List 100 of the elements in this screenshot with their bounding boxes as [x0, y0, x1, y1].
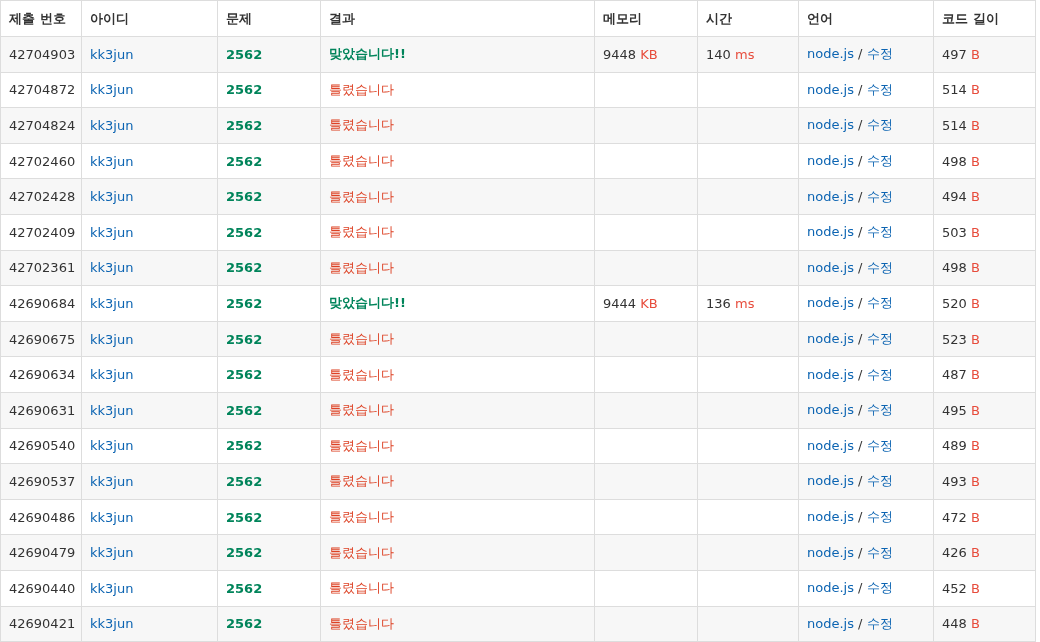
- edit-link[interactable]: 수정: [866, 580, 893, 596]
- code-length-unit: B: [970, 545, 980, 561]
- edit-link[interactable]: 수정: [866, 544, 893, 560]
- language-link[interactable]: node.js: [807, 224, 854, 240]
- code-length-value: 494: [942, 189, 967, 205]
- problem-link[interactable]: 2562: [226, 473, 263, 489]
- user-link[interactable]: kk3jun: [90, 46, 134, 62]
- separator: /: [858, 295, 863, 311]
- language-link[interactable]: node.js: [807, 509, 854, 524]
- language-link[interactable]: node.js: [807, 615, 854, 631]
- edit-link[interactable]: 수정: [866, 295, 893, 311]
- edit-link[interactable]: 수정: [866, 188, 893, 204]
- edit-link[interactable]: 수정: [866, 615, 893, 631]
- language-link[interactable]: node.js: [807, 46, 854, 62]
- problem-link[interactable]: 2562: [226, 402, 263, 418]
- language-link[interactable]: node.js: [807, 544, 854, 560]
- user-link[interactable]: kk3jun: [90, 509, 134, 525]
- edit-link[interactable]: 수정: [866, 153, 893, 169]
- edit-link[interactable]: 수정: [866, 117, 893, 133]
- language-link[interactable]: node.js: [807, 366, 854, 382]
- problem-link[interactable]: 2562: [226, 260, 263, 276]
- code-length-unit: B: [970, 367, 980, 383]
- edit-link[interactable]: 수정: [866, 81, 893, 97]
- separator: /: [858, 81, 863, 97]
- language-link[interactable]: node.js: [807, 259, 854, 275]
- problem-link[interactable]: 2562: [226, 580, 263, 596]
- code-length-value: 498: [942, 153, 967, 169]
- language-link[interactable]: node.js: [807, 81, 854, 97]
- edit-link[interactable]: 수정: [866, 402, 893, 418]
- problem-link[interactable]: 2562: [226, 545, 263, 561]
- column-header: 문제: [226, 10, 252, 26]
- user-link[interactable]: kk3jun: [90, 224, 134, 240]
- user-link[interactable]: kk3jun: [90, 82, 134, 98]
- edit-link[interactable]: 수정: [866, 473, 893, 489]
- language-link[interactable]: node.js: [807, 153, 854, 169]
- user-link[interactable]: kk3jun: [90, 260, 134, 276]
- edit-link[interactable]: 수정: [866, 437, 893, 453]
- submission-id: 42704824: [9, 118, 76, 133]
- problem-link[interactable]: 2562: [226, 153, 263, 169]
- submission-id: 42690537: [9, 473, 76, 489]
- problem-link[interactable]: 2562: [226, 224, 263, 240]
- user-link[interactable]: kk3jun: [90, 295, 134, 311]
- language-link[interactable]: node.js: [807, 437, 854, 453]
- language-link[interactable]: node.js: [807, 331, 854, 347]
- problem-link[interactable]: 2562: [226, 295, 263, 311]
- code-length-value: 452: [942, 580, 967, 596]
- time-unit: ms: [734, 46, 755, 62]
- problem-link[interactable]: 2562: [226, 331, 263, 347]
- user-link[interactable]: kk3jun: [90, 118, 134, 133]
- submission-id: 42702409: [9, 224, 76, 240]
- problem-link[interactable]: 2562: [226, 118, 263, 133]
- result-text: 틀렸습니다: [329, 580, 394, 596]
- separator: /: [858, 117, 863, 133]
- user-link[interactable]: kk3jun: [90, 331, 134, 347]
- code-length-value: 472: [942, 509, 967, 525]
- code-length-value: 514: [942, 82, 967, 98]
- edit-link[interactable]: 수정: [866, 259, 893, 275]
- edit-link[interactable]: 수정: [866, 509, 893, 524]
- language-link[interactable]: node.js: [807, 402, 854, 418]
- user-link[interactable]: kk3jun: [90, 367, 134, 383]
- edit-link[interactable]: 수정: [866, 366, 893, 382]
- problem-link[interactable]: 2562: [226, 82, 263, 98]
- submission-id: 42704903: [9, 46, 76, 62]
- language-link[interactable]: node.js: [807, 580, 854, 596]
- problem-link[interactable]: 2562: [226, 616, 263, 632]
- result-text: 맞았습니다!!: [329, 46, 406, 62]
- edit-link[interactable]: 수정: [866, 224, 893, 240]
- problem-link[interactable]: 2562: [226, 189, 263, 205]
- user-link[interactable]: kk3jun: [90, 402, 134, 418]
- user-link[interactable]: kk3jun: [90, 616, 134, 632]
- language-link[interactable]: node.js: [807, 188, 854, 204]
- code-length-unit: B: [970, 118, 980, 133]
- submission-id: 42690631: [9, 402, 76, 418]
- code-length-unit: B: [970, 82, 980, 98]
- user-link[interactable]: kk3jun: [90, 580, 134, 596]
- result-text: 틀렸습니다: [329, 224, 394, 240]
- language-link[interactable]: node.js: [807, 295, 854, 311]
- problem-link[interactable]: 2562: [226, 509, 263, 525]
- code-length-unit: B: [970, 580, 980, 596]
- user-link[interactable]: kk3jun: [90, 189, 134, 205]
- submission-id: 42704872: [9, 82, 76, 98]
- language-link[interactable]: node.js: [807, 473, 854, 489]
- language-link[interactable]: node.js: [807, 117, 854, 133]
- code-length-unit: B: [970, 402, 980, 418]
- user-link[interactable]: kk3jun: [90, 473, 134, 489]
- submission-id: 42690486: [9, 509, 76, 525]
- user-link[interactable]: kk3jun: [90, 438, 134, 454]
- edit-link[interactable]: 수정: [866, 331, 893, 347]
- problem-link[interactable]: 2562: [226, 438, 263, 454]
- code-length-value: 426: [942, 545, 967, 561]
- user-link[interactable]: kk3jun: [90, 545, 134, 561]
- problem-link[interactable]: 2562: [226, 46, 263, 62]
- code-length-unit: B: [970, 509, 980, 525]
- code-length-value: 503: [942, 224, 967, 240]
- edit-link[interactable]: 수정: [866, 46, 893, 62]
- result-text: 틀렸습니다: [329, 188, 394, 204]
- separator: /: [858, 366, 863, 382]
- user-link[interactable]: kk3jun: [90, 153, 134, 169]
- time-value: 140: [706, 46, 731, 62]
- problem-link[interactable]: 2562: [226, 367, 263, 383]
